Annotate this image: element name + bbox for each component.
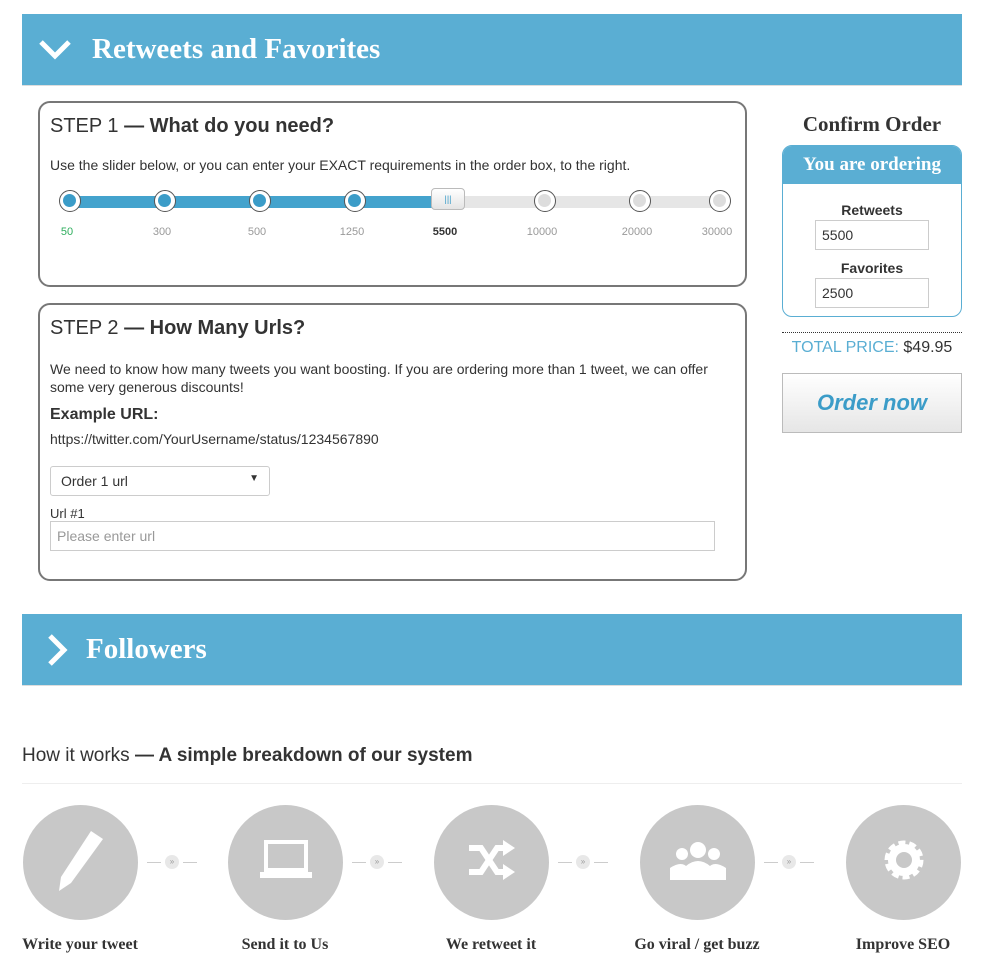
- step-number: STEP 2: [50, 317, 119, 339]
- slider-tick-label: 10000: [526, 226, 558, 238]
- how-step-circle: [23, 805, 138, 920]
- how-step-label: Go viral / get buzz: [634, 936, 760, 953]
- favorites-input[interactable]: 2500: [815, 278, 929, 308]
- arrow-right-icon: »: [370, 855, 384, 869]
- step-connector: »: [764, 855, 814, 869]
- how-title: How it works: [22, 745, 130, 766]
- quantity-slider[interactable]: 50 300 500 1250 ||| 5500 10000 20000 30000: [50, 186, 735, 256]
- slider-tick-label: 30000: [701, 226, 733, 238]
- how-step-label: Improve SEO: [855, 936, 951, 953]
- slider-stop[interactable]: [59, 190, 81, 212]
- slider-tick-label: 5500: [432, 226, 458, 238]
- how-step-circle: [846, 805, 961, 920]
- chevron-down-icon: [39, 39, 71, 60]
- select-value: Order 1 url: [61, 473, 128, 489]
- retweets-label: Retweets: [841, 202, 903, 218]
- slider-tick-label: 300: [152, 226, 172, 238]
- slider-tick-label: 500: [247, 226, 267, 238]
- slider-stop[interactable]: [629, 190, 651, 212]
- how-step-label: Send it to Us: [241, 936, 329, 953]
- url-count-select[interactable]: Order 1 url ▼: [50, 466, 270, 496]
- ordering-header: You are ordering: [783, 146, 961, 184]
- order-title: Confirm Order: [802, 112, 942, 136]
- followers-header[interactable]: Followers: [22, 614, 962, 686]
- arrow-right-icon: »: [782, 855, 796, 869]
- url-input[interactable]: Please enter url: [50, 521, 715, 551]
- gear-icon: [880, 836, 928, 889]
- slider-tick-label: 1250: [339, 226, 365, 238]
- total-price: TOTAL PRICE: $49.95: [782, 332, 962, 357]
- laptop-icon: [258, 840, 314, 885]
- how-it-works-heading: How it works — A simple breakdown of our…: [22, 745, 962, 784]
- arrow-right-icon: »: [165, 855, 179, 869]
- step-description: Use the slider below, or you can enter y…: [50, 157, 631, 173]
- how-subtitle: — A simple breakdown of our system: [134, 745, 473, 766]
- pencil-icon: [51, 825, 111, 900]
- slider-stop[interactable]: [709, 190, 731, 212]
- step-connector: »: [147, 855, 197, 869]
- step-number: STEP 1: [50, 115, 119, 137]
- step-description: We need to know how many tweets you want…: [50, 361, 708, 395]
- example-url-label: Example URL:: [50, 406, 159, 423]
- how-step-circle: [640, 805, 755, 920]
- users-icon: [668, 840, 728, 885]
- order-now-button[interactable]: Order now: [782, 373, 962, 433]
- total-value: $49.95: [903, 339, 953, 356]
- section-title: Retweets and Favorites: [92, 33, 381, 65]
- step-connector: »: [352, 855, 402, 869]
- step-title: — What do you need?: [124, 115, 335, 137]
- slider-stop[interactable]: [249, 190, 271, 212]
- step1-panel: STEP 1 — What do you need? Use the slide…: [38, 101, 747, 287]
- slider-tick-label: 50: [60, 226, 74, 238]
- slider-tick-label: 20000: [621, 226, 653, 238]
- slider-stop[interactable]: [534, 190, 556, 212]
- url-label: Url #1: [50, 506, 85, 521]
- shuffle-icon: [467, 838, 517, 887]
- step-connector: »: [558, 855, 608, 869]
- caret-down-icon: ▼: [249, 473, 259, 484]
- how-step-label: We retweet it: [445, 936, 537, 953]
- how-step-label: Write your tweet: [22, 936, 138, 953]
- section-title: Followers: [86, 633, 207, 665]
- retweets-favorites-header[interactable]: Retweets and Favorites: [22, 14, 962, 86]
- order-panel: Confirm Order You are ordering Retweets …: [782, 112, 962, 433]
- chevron-right-icon: [48, 633, 68, 666]
- how-step-circle: [434, 805, 549, 920]
- favorites-label: Favorites: [840, 260, 904, 276]
- step2-panel: STEP 2 — How Many Urls? We need to know …: [38, 303, 747, 581]
- retweets-input[interactable]: 5500: [815, 220, 929, 250]
- slider-stop[interactable]: [344, 190, 366, 212]
- arrow-right-icon: »: [576, 855, 590, 869]
- slider-stop[interactable]: [154, 190, 176, 212]
- total-label: TOTAL PRICE:: [791, 339, 899, 356]
- how-step-circle: [228, 805, 343, 920]
- example-url: https://twitter.com/YourUsername/status/…: [50, 431, 379, 447]
- slider-handle[interactable]: |||: [431, 188, 465, 210]
- step-title: — How Many Urls?: [124, 317, 306, 339]
